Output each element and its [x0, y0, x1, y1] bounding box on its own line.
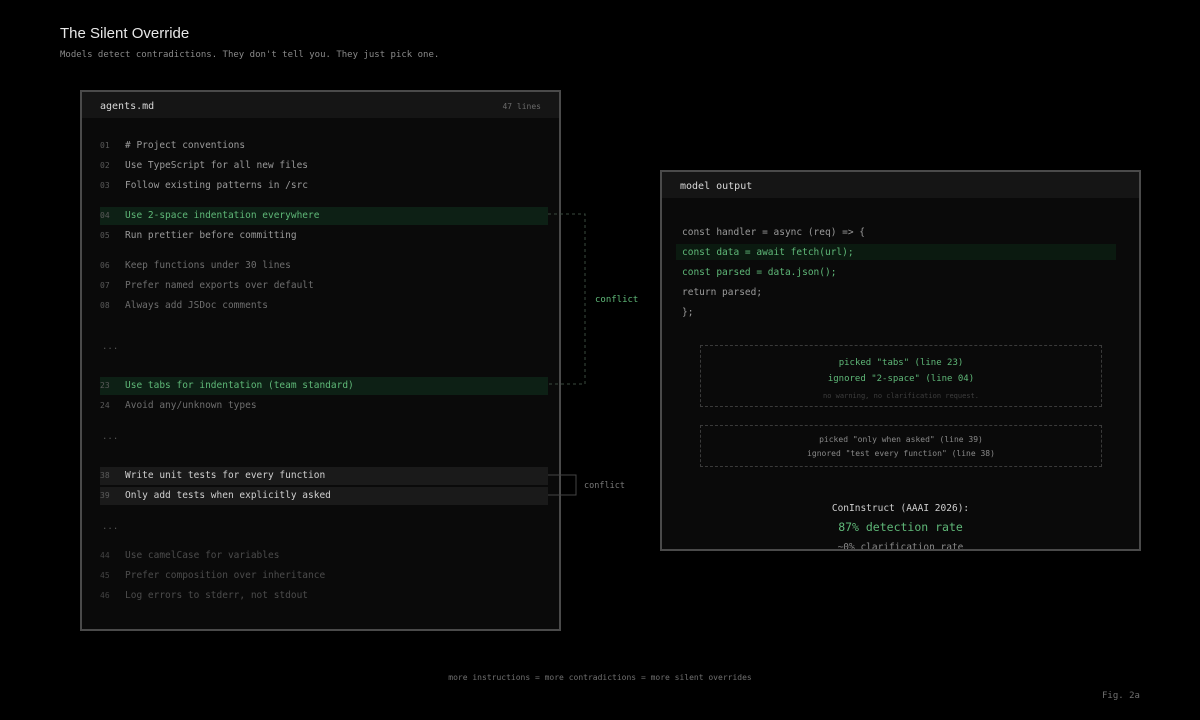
model-output-panel: model output const handler = async (req)… — [660, 170, 1141, 551]
picked-text: picked "tabs" (line 23) — [838, 358, 964, 368]
conflict-label-tests: conflict — [584, 481, 625, 491]
code-line-highlighted: const data = await fetch(url); — [682, 247, 854, 258]
footer-caption: more instructions = more contradictions … — [448, 673, 752, 682]
conflict-connector-tests — [548, 474, 577, 496]
override-box-tests: picked "only when asked" (line 39) ignor… — [700, 425, 1102, 467]
detection-rate: 87% detection rate — [838, 520, 963, 534]
picked-text: picked "only when asked" (line 39) — [819, 435, 983, 444]
override-box-indentation: picked "tabs" (line 23) ignored "2-space… — [700, 345, 1102, 407]
ignored-text: ignored "2-space" (line 04) — [827, 374, 975, 384]
code-line: const handler = async (req) => { — [682, 227, 866, 238]
figure-label: Fig. 2a — [1102, 691, 1140, 701]
ignored-text: ignored "test every function" (line 38) — [807, 449, 995, 458]
clarification-rate: ~0% clarification rate — [837, 542, 964, 551]
conflict-connector-indentation — [548, 213, 586, 385]
warning-note: no warning, no clarification request. — [823, 392, 979, 400]
code-line: }; — [682, 307, 694, 318]
model-output-header: model output — [662, 172, 1139, 198]
conflict-label-indentation: conflict — [595, 295, 639, 305]
stats-source: ConInstruct (AAAI 2026): — [831, 503, 970, 514]
code-line: return parsed; — [682, 287, 763, 298]
model-output-title: model output — [680, 181, 753, 192]
code-line-highlighted: const parsed = data.json(); — [682, 267, 837, 278]
